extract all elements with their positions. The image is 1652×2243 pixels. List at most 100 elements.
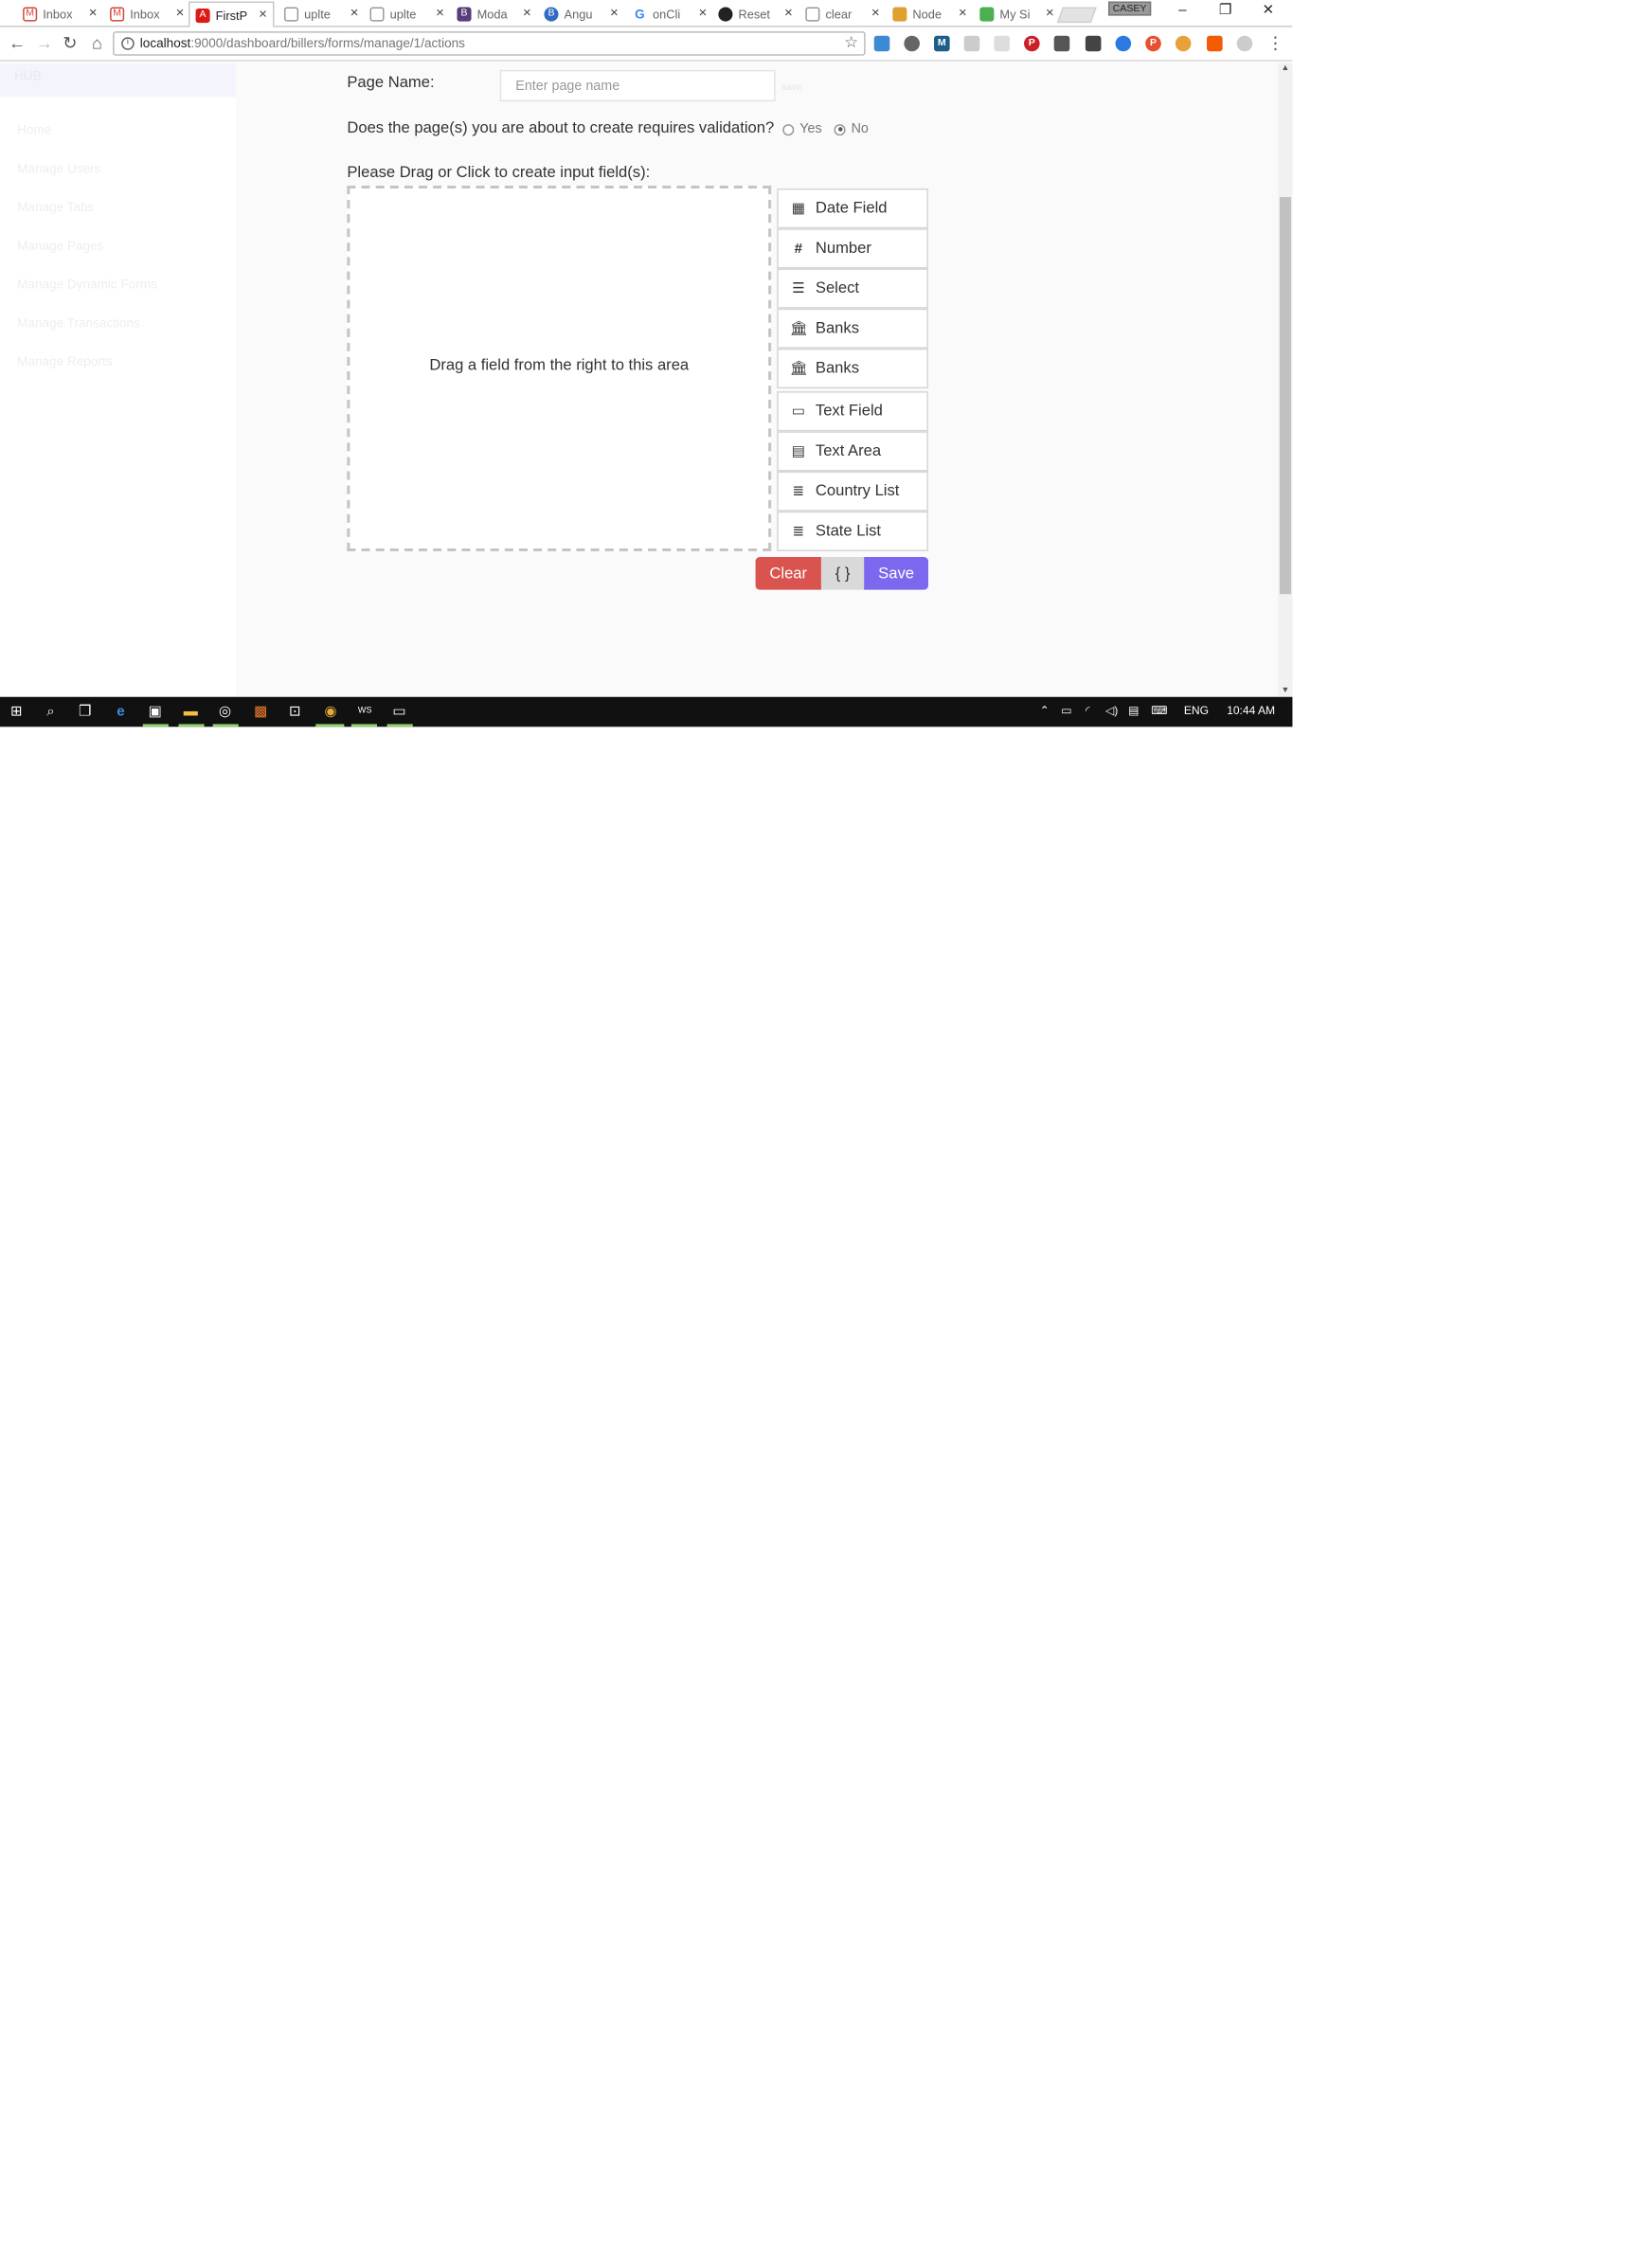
browser-tab[interactable]: Node × (887, 2, 972, 27)
info-icon[interactable]: i (121, 37, 135, 50)
page-name-input[interactable] (499, 69, 776, 102)
close-window-icon[interactable]: ✕ (1258, 3, 1278, 19)
notification-icon[interactable]: ▤ (1128, 704, 1139, 717)
shield-icon[interactable] (904, 35, 920, 52)
menu-icon[interactable]: ⋮ (1266, 33, 1285, 53)
language-indicator[interactable]: ENG (1184, 704, 1209, 717)
extension-icon[interactable] (1207, 35, 1223, 52)
volume-icon[interactable]: ◁) (1105, 704, 1118, 717)
app-icon[interactable]: ▣ (146, 703, 165, 722)
close-icon[interactable]: × (436, 6, 444, 22)
home-icon[interactable]: ⌂ (87, 33, 107, 53)
close-icon[interactable]: × (610, 6, 619, 22)
address-bar[interactable]: i localhost:9000/dashboard/billers/forms… (113, 31, 866, 56)
browser-tab[interactable]: B Angu × (538, 2, 623, 27)
drop-zone[interactable]: Drag a field from the right to this area (347, 186, 772, 551)
sidebar-item-users[interactable]: Manage Users (17, 161, 100, 175)
radio-yes-dot[interactable] (782, 123, 795, 135)
store-icon[interactable]: ⊡ (286, 703, 305, 722)
scrollbar[interactable]: ▲ ▼ (1278, 63, 1293, 697)
browser-tab[interactable]: uplte × (364, 2, 449, 27)
field-date[interactable]: ▦ Date Field (777, 188, 929, 229)
user-badge[interactable]: CASEY (1107, 1, 1152, 16)
extension-p-icon[interactable]: P (1145, 35, 1161, 52)
bookmark-star-icon[interactable]: ☆ (844, 33, 858, 55)
field-banks-2[interactable]: 🏛 Banks (777, 348, 929, 389)
restore-icon[interactable]: ❐ (1215, 3, 1235, 19)
sidebar-item-reports[interactable]: Manage Reports (17, 354, 112, 368)
browser-tab[interactable]: Reset × (712, 2, 798, 27)
sidebar-item-home[interactable]: Home (17, 123, 51, 137)
radio-no-dot[interactable] (834, 123, 846, 135)
app-icon[interactable]: ◎ (216, 703, 235, 722)
app-icon[interactable]: ▩ (251, 703, 270, 722)
close-icon[interactable]: × (959, 6, 967, 22)
scroll-up-icon[interactable]: ▲ (1278, 64, 1292, 73)
forward-icon[interactable]: → (34, 33, 54, 53)
back-icon[interactable]: ← (8, 33, 27, 53)
extension-icon[interactable] (994, 35, 1010, 52)
browser-tab[interactable]: GonCli × (627, 2, 712, 27)
close-icon[interactable]: × (871, 6, 880, 22)
sidebar-item-tabs[interactable]: Manage Tabs (17, 200, 94, 214)
extension-icon[interactable] (1053, 35, 1070, 52)
clock[interactable]: 10:44 AM (1227, 704, 1275, 717)
terminal-icon[interactable]: ▭ (390, 703, 409, 722)
close-icon[interactable]: × (523, 6, 531, 22)
close-icon[interactable]: × (350, 6, 359, 22)
save-button[interactable]: Save (864, 557, 929, 590)
field-select[interactable]: ☰ Select (777, 268, 929, 309)
close-icon[interactable]: × (699, 6, 708, 22)
browser-tab[interactable]: M Inbox × (104, 2, 189, 27)
minimize-icon[interactable]: – (1173, 3, 1193, 19)
windows-start-icon[interactable]: ⊞ (8, 703, 27, 722)
extension-icon[interactable] (1236, 35, 1253, 52)
scroll-down-icon[interactable]: ▼ (1278, 687, 1292, 695)
field-banks[interactable]: 🏛 Banks (777, 308, 929, 349)
browser-tab-active[interactable]: A FirstP × (189, 1, 275, 27)
chevron-up-icon[interactable]: ⌃ (1040, 704, 1050, 717)
extension-icon[interactable] (1115, 35, 1132, 52)
close-icon[interactable]: × (1046, 6, 1054, 22)
browser-tab[interactable]: clear × (799, 2, 885, 27)
close-icon[interactable]: × (784, 6, 793, 22)
keyboard-icon[interactable]: ⌨ (1151, 704, 1167, 717)
file-explorer-icon[interactable]: ▬ (181, 703, 200, 722)
sidebar-item-transactions[interactable]: Manage Transactions (17, 315, 140, 330)
sidebar-item-dynamic-forms[interactable]: Manage Dynamic Forms (17, 277, 157, 291)
reload-icon[interactable]: ↻ (60, 33, 80, 53)
browser-tab[interactable]: My Si × (974, 2, 1059, 27)
battery-icon[interactable]: ▭ (1061, 704, 1071, 717)
scrollbar-thumb[interactable] (1279, 197, 1291, 595)
webstorm-icon[interactable]: WS (355, 703, 374, 722)
clear-button[interactable]: Clear (755, 557, 821, 590)
close-icon[interactable]: × (176, 6, 185, 22)
edge-icon[interactable]: e (112, 703, 131, 722)
sidebar-item-pages[interactable]: Manage Pages (17, 239, 103, 253)
radio-yes[interactable]: Yes (782, 121, 822, 137)
extension-m-icon[interactable]: M (934, 35, 950, 52)
extension-icon[interactable] (963, 35, 980, 52)
field-text-area[interactable]: ▤ Text Area (777, 431, 929, 472)
field-number[interactable]: # Number (777, 228, 929, 269)
mail-icon[interactable] (1085, 35, 1102, 52)
extension-icon[interactable] (873, 35, 890, 52)
cookie-icon[interactable] (1175, 35, 1192, 52)
json-button[interactable]: { } (820, 557, 865, 590)
field-state-list[interactable]: ≣ State List (777, 511, 929, 551)
chrome-icon[interactable]: ◉ (321, 703, 340, 722)
new-tab-button[interactable] (1056, 7, 1097, 24)
browser-tab[interactable]: M Inbox × (17, 2, 102, 27)
task-view-icon[interactable]: ❒ (76, 703, 95, 722)
close-icon[interactable]: × (89, 6, 98, 22)
search-icon[interactable]: ⌕ (42, 703, 61, 722)
radio-no[interactable]: No (834, 121, 869, 137)
page-icon (369, 7, 385, 22)
field-text[interactable]: ▭ Text Field (777, 391, 929, 432)
browser-tab[interactable]: uplte × (278, 2, 364, 27)
close-icon[interactable]: × (259, 8, 267, 24)
wifi-icon[interactable]: ◜ (1086, 704, 1090, 717)
browser-tab[interactable]: B Moda × (451, 2, 536, 27)
pinterest-icon[interactable]: P (1024, 35, 1040, 52)
field-country-list[interactable]: ≣ Country List (777, 471, 929, 511)
